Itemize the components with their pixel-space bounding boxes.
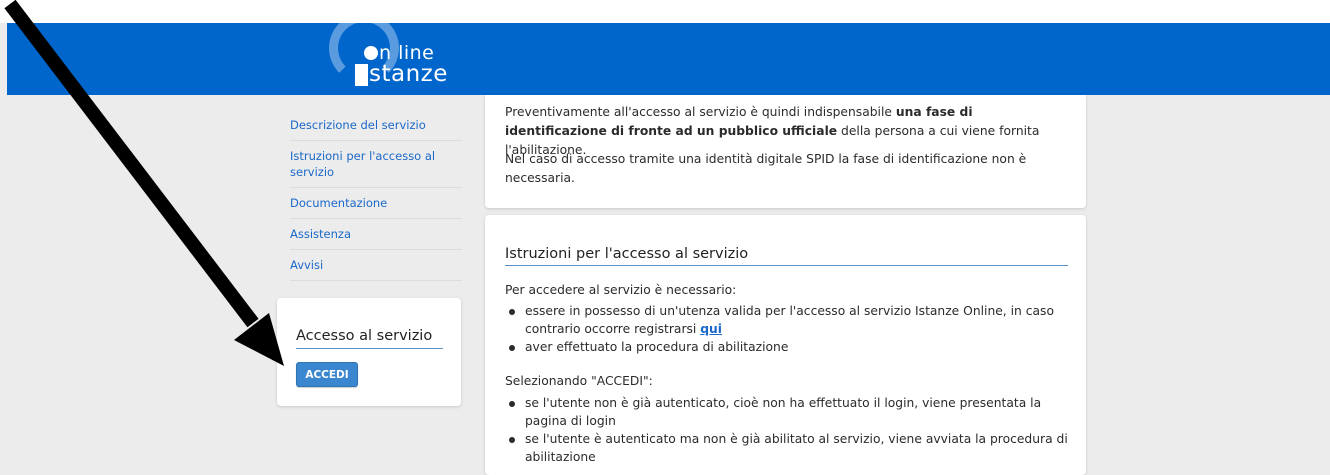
site-header: n line stanze: [7, 13, 1330, 95]
requirements-list: essere in possesso di un'utenza valida p…: [505, 303, 1070, 358]
list-item: se l'utente è autenticato ma non è già a…: [505, 431, 1070, 466]
requirement-1-text: essere in possesso di un'utenza valida p…: [525, 304, 1054, 336]
logo-bar-icon: [355, 64, 368, 86]
intro-paragraph-spid: Nel caso di accesso tramite una identità…: [505, 152, 1027, 185]
top-strip: [0, 0, 1330, 23]
istanze-online-logo[interactable]: n line stanze: [325, 13, 495, 95]
requirements-intro: Per accedere al servizio è necessario:: [505, 283, 737, 297]
instructions-title: Istruzioni per l'accesso al servizio: [505, 246, 1068, 266]
sidebar-item-avvisi[interactable]: Avvisi: [290, 250, 462, 281]
intro-card: Preventivamente all'accesso al servizio …: [485, 95, 1086, 208]
access-box: Accesso al servizio ACCEDI: [277, 298, 461, 406]
access-box-title: Accesso al servizio: [296, 328, 443, 349]
list-item: aver effettuato la procedura di abilitaz…: [505, 339, 1070, 357]
accedi-button[interactable]: ACCEDI: [296, 362, 358, 387]
sidebar-item-istruzioni[interactable]: Istruzioni per l'accesso al servizio: [290, 141, 462, 188]
accedi-cases-list: se l'utente non è già autenticato, cioè …: [505, 395, 1070, 467]
sidebar-item-assistenza[interactable]: Assistenza: [290, 219, 462, 250]
register-link[interactable]: qui: [700, 322, 722, 336]
logo-dot-icon: [364, 46, 378, 60]
sidebar-item-documentazione[interactable]: Documentazione: [290, 188, 462, 219]
sidebar-nav: Descrizione del servizio Istruzioni per …: [290, 110, 462, 281]
logo-text-stanze: stanze: [369, 61, 448, 87]
sidebar-item-descrizione[interactable]: Descrizione del servizio: [290, 110, 462, 141]
instructions-card: Istruzioni per l'accesso al servizio Per…: [485, 215, 1086, 475]
list-item: essere in possesso di un'utenza valida p…: [505, 303, 1070, 338]
list-item: se l'utente non è già autenticato, cioè …: [505, 395, 1070, 430]
intro-text-start: Preventivamente all'accesso al servizio …: [505, 105, 896, 119]
accedi-cases-intro: Selezionando "ACCEDI":: [505, 374, 653, 388]
